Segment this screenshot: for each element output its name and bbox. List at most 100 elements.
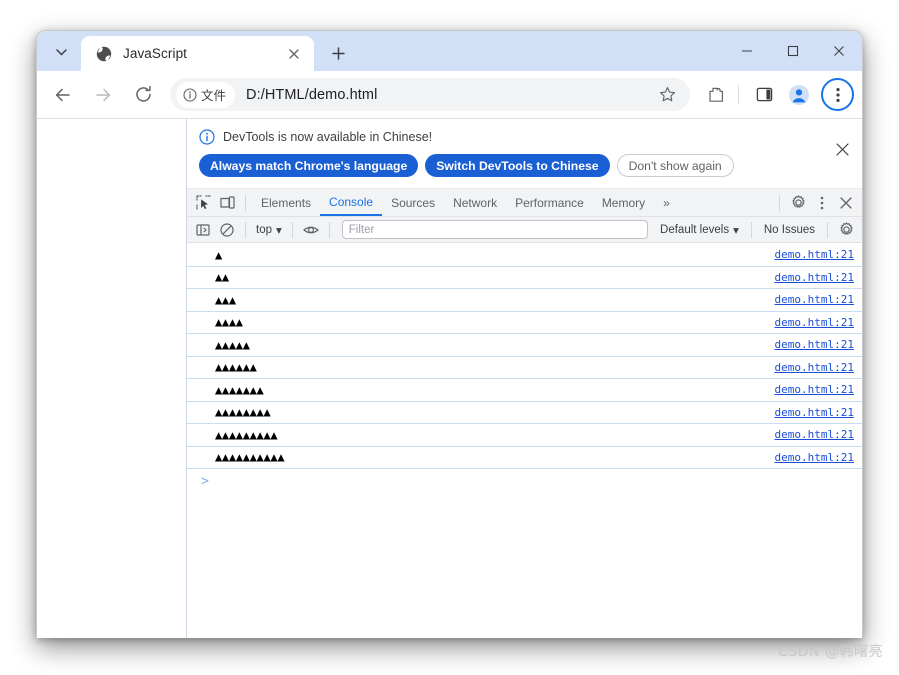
- notification-message: DevTools is now available in Chinese!: [223, 130, 433, 144]
- console-settings-icon[interactable]: [834, 218, 858, 242]
- log-source-link[interactable]: demo.html:21: [775, 248, 854, 261]
- console-toolbar-divider: [827, 221, 828, 238]
- back-button[interactable]: [46, 78, 80, 112]
- issues-counter[interactable]: No Issues: [758, 224, 821, 236]
- browser-tab[interactable]: JavaScript: [81, 36, 314, 71]
- log-message: ▲▲▲▲: [215, 315, 243, 330]
- extensions-button[interactable]: [700, 79, 732, 111]
- console-toolbar: top ▾ Filter Default levels ▾ No Issues: [187, 217, 862, 243]
- prompt-caret: >: [201, 473, 209, 489]
- inspect-element-icon[interactable]: [191, 191, 215, 215]
- tab-search-button[interactable]: [41, 36, 81, 68]
- puzzle-icon: [709, 87, 723, 102]
- table-row[interactable]: ▲▲▲▲▲ demo.html:21: [187, 334, 862, 357]
- console-filter-input[interactable]: Filter: [341, 220, 649, 239]
- log-message: ▲▲▲▲▲▲▲▲▲: [215, 427, 278, 442]
- console-sidebar-icon[interactable]: [191, 218, 215, 242]
- notification-close-button[interactable]: [832, 139, 852, 159]
- browser-toolbar: 文件 D:/HTML/demo.html: [37, 71, 862, 118]
- table-row[interactable]: ▲▲▲▲ demo.html:21: [187, 312, 862, 334]
- console-log: ▲ demo.html:21 ▲▲ demo.html:21 ▲▲▲ demo.…: [187, 243, 862, 638]
- execution-context-selector[interactable]: top ▾: [252, 223, 286, 237]
- always-match-language-button[interactable]: Always match Chrome's language: [199, 154, 419, 177]
- dont-show-again-button[interactable]: Don't show again: [616, 154, 734, 177]
- log-message: ▲▲▲▲▲▲: [215, 360, 257, 375]
- table-row[interactable]: ▲▲▲▲▲▲▲ demo.html:21: [187, 379, 862, 402]
- tab-sources[interactable]: Sources: [382, 189, 444, 216]
- content-area: DevTools is now available in Chinese! Al…: [37, 118, 862, 638]
- side-panel-button[interactable]: [748, 79, 780, 111]
- window-maximize-button[interactable]: [770, 31, 816, 71]
- tab-network[interactable]: Network: [444, 189, 506, 216]
- live-expression-icon[interactable]: [299, 218, 323, 242]
- log-message: ▲▲▲▲▲▲▲▲▲▲: [215, 450, 285, 465]
- side-panel-icon: [756, 87, 772, 102]
- console-toolbar-divider: [328, 221, 330, 238]
- profile-button[interactable]: [783, 79, 815, 111]
- console-toolbar-divider: [291, 221, 293, 238]
- log-levels-selector[interactable]: Default levels ▾: [654, 223, 745, 237]
- more-vertical-icon[interactable]: [810, 191, 834, 215]
- tabs-overflow-button[interactable]: »: [654, 189, 679, 216]
- console-input-prompt[interactable]: >: [187, 469, 862, 493]
- bookmark-star-icon[interactable]: [652, 80, 682, 110]
- address-bar[interactable]: 文件 D:/HTML/demo.html: [170, 78, 690, 111]
- chrome-menu-button[interactable]: [821, 78, 854, 111]
- log-source-link[interactable]: demo.html:21: [775, 293, 854, 306]
- table-row[interactable]: ▲▲▲▲▲▲ demo.html:21: [187, 357, 862, 379]
- tab-performance[interactable]: Performance: [506, 189, 593, 216]
- clear-console-icon[interactable]: [215, 218, 239, 242]
- new-tab-button[interactable]: [323, 38, 353, 68]
- devtools-close-button[interactable]: [834, 191, 858, 215]
- site-info-chip[interactable]: 文件: [176, 81, 236, 108]
- window-minimize-button[interactable]: [724, 31, 770, 71]
- minimize-icon: [742, 50, 752, 52]
- window-controls: [724, 31, 862, 71]
- device-toolbar-icon[interactable]: [215, 191, 239, 215]
- window-close-button[interactable]: [816, 31, 862, 71]
- tab-memory[interactable]: Memory: [593, 189, 654, 216]
- console-toolbar-divider: [245, 221, 246, 238]
- log-source-link[interactable]: demo.html:21: [775, 428, 854, 441]
- devtools-language-notification: DevTools is now available in Chinese! Al…: [187, 119, 862, 189]
- table-row[interactable]: ▲▲▲▲▲▲▲▲▲▲ demo.html:21: [187, 447, 862, 469]
- notification-message-row: DevTools is now available in Chinese!: [199, 129, 850, 145]
- table-row[interactable]: ▲ demo.html:21: [187, 244, 862, 267]
- log-message: ▲▲: [215, 270, 229, 285]
- plus-icon: [331, 46, 345, 60]
- tabbar-divider: [245, 194, 246, 211]
- tab-elements[interactable]: Elements: [252, 189, 320, 216]
- table-row[interactable]: ▲▲ demo.html:21: [187, 267, 862, 289]
- chevron-down-icon: ▾: [276, 224, 282, 237]
- log-source-link[interactable]: demo.html:21: [775, 383, 854, 396]
- log-source-link[interactable]: demo.html:21: [775, 361, 854, 374]
- maximize-icon: [787, 45, 799, 57]
- log-message: ▲▲▲▲▲: [215, 337, 250, 352]
- info-icon: [199, 129, 215, 145]
- log-source-link[interactable]: demo.html:21: [775, 316, 854, 329]
- tab-close-button[interactable]: [283, 43, 305, 65]
- table-row[interactable]: ▲▲▲▲▲▲▲▲▲ demo.html:21: [187, 424, 862, 447]
- console-toolbar-divider: [750, 221, 752, 238]
- tab-console[interactable]: Console: [320, 189, 383, 216]
- devtools-panel: DevTools is now available in Chinese! Al…: [187, 119, 862, 638]
- table-row[interactable]: ▲▲▲ demo.html:21: [187, 289, 862, 312]
- log-source-link[interactable]: demo.html:21: [775, 338, 854, 351]
- devtools-tabbar: Elements Console Sources Network Perform…: [187, 189, 862, 217]
- reload-button[interactable]: [126, 78, 160, 112]
- reload-icon: [135, 85, 151, 102]
- page-viewport: [37, 119, 187, 638]
- execution-context-label: top: [256, 223, 272, 236]
- toolbar-divider: [738, 85, 739, 104]
- log-source-link[interactable]: demo.html:21: [775, 406, 854, 419]
- tabbar-divider: [779, 194, 780, 211]
- log-message: ▲▲▲▲▲▲▲▲: [215, 405, 271, 420]
- log-source-link[interactable]: demo.html:21: [775, 271, 854, 284]
- gear-icon[interactable]: [786, 191, 810, 215]
- switch-devtools-to-chinese-button[interactable]: Switch DevTools to Chinese: [425, 154, 610, 177]
- log-message: ▲: [215, 247, 222, 262]
- address-bar-url: D:/HTML/demo.html: [246, 86, 378, 103]
- forward-button[interactable]: [86, 78, 120, 112]
- log-source-link[interactable]: demo.html:21: [775, 451, 854, 464]
- table-row[interactable]: ▲▲▲▲▲▲▲▲ demo.html:21: [187, 402, 862, 424]
